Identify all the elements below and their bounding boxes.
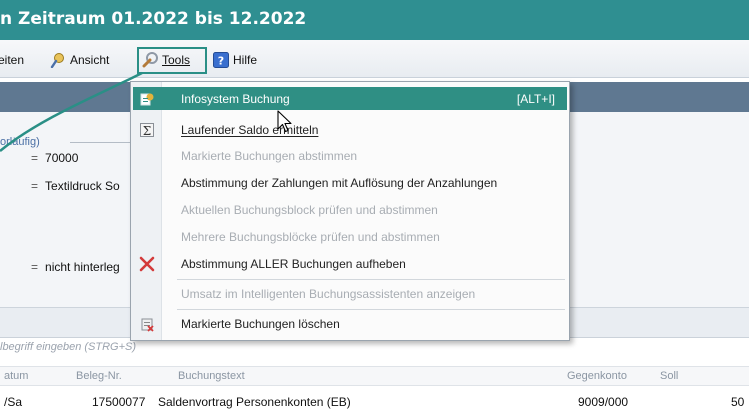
column-gegenkonto[interactable]: Gegenkonto — [567, 370, 627, 382]
menu-hilfe[interactable]: ? Hilfe — [213, 50, 257, 70]
column-buchungstext[interactable]: Buchungstext — [178, 370, 245, 382]
panel-row-status: = nicht hinterleg — [31, 260, 120, 274]
cell-buchungstext: Saldenvortrag Personenkonten (EB) — [158, 395, 351, 409]
cell-datum: /Sa — [4, 395, 23, 409]
menu-item-abstimmung-zahlungen[interactable]: Abstimmung der Zahlungen mit Auflösung d… — [133, 171, 567, 194]
red-x-icon — [139, 256, 155, 272]
title-bar: n Zeitraum 01.2022 bis 12.2022 — [0, 0, 749, 40]
panel-row-konto-value: 70000 — [45, 151, 79, 165]
view-icon — [50, 52, 66, 69]
table-header: atum Beleg-Nr. Buchungstext Gegenkonto S… — [0, 366, 749, 386]
table-row[interactable]: /Sa 17500077 Saldenvortrag Personenkonte… — [0, 387, 749, 417]
menu-item-mehrere-bloecke: Mehrere Buchungsblöcke prüfen und abstim… — [133, 225, 567, 248]
column-beleg-nr[interactable]: Beleg-Nr. — [76, 370, 122, 382]
search-input[interactable]: lbegriff eingeben (STRG+S) — [0, 341, 136, 353]
menu-hilfe-label: Hilfe — [233, 53, 258, 67]
infosystem-icon — [139, 91, 155, 107]
sum-icon: Σ — [139, 122, 155, 138]
column-soll[interactable]: Soll — [660, 370, 678, 382]
menu-bar: eiten Ansicht Tools ? Hilfe — [0, 40, 749, 78]
menu-item-label: Abstimmung der Zahlungen mit Auflösung d… — [181, 175, 498, 190]
menu-item-laufender-saldo[interactable]: Σ Laufender Saldo ermitteln — [133, 118, 567, 141]
menu-item-label: Laufender Saldo ermitteln — [181, 122, 319, 137]
column-datum[interactable]: atum — [4, 370, 28, 382]
help-icon: ? — [213, 52, 229, 68]
svg-text:?: ? — [218, 55, 224, 68]
cell-beleg-nr: 17500077 — [92, 395, 146, 409]
svg-text:Σ: Σ — [143, 124, 151, 138]
menu-item-buchungen-loeschen[interactable]: Markierte Buchungen löschen — [133, 312, 567, 335]
menu-item-label: Markierte Buchungen löschen — [181, 316, 340, 331]
menu-item-shortcut: [ALT+I] — [516, 91, 555, 106]
menu-item-label: Mehrere Buchungsblöcke prüfen und abstim… — [181, 229, 440, 244]
menu-bearbeiten[interactable]: eiten — [0, 50, 24, 70]
menu-item-infosystem-buchung[interactable]: Infosystem Buchung [ALT+I] — [133, 87, 567, 110]
panel-row-name: = Textildruck So — [31, 179, 120, 193]
eq-sign: = — [31, 260, 39, 274]
cell-soll: 50 — [731, 395, 745, 409]
menu-separator — [177, 309, 565, 310]
menu-item-label: Abstimmung ALLER Buchungen aufheben — [181, 256, 406, 271]
tools-highlight-box — [137, 47, 207, 74]
menu-item-label: Aktuellen Buchungsblock prüfen und absti… — [181, 202, 438, 217]
window-title: n Zeitraum 01.2022 bis 12.2022 — [0, 9, 307, 29]
menu-item-markierte-abstimmen: Markierte Buchungen abstimmen — [133, 144, 567, 167]
delete-icon — [139, 316, 155, 332]
menu-item-label: Umsatz im Intelligenten Buchungsassisten… — [181, 286, 476, 301]
menu-item-abstimmung-aufheben[interactable]: Abstimmung ALLER Buchungen aufheben — [133, 252, 567, 275]
tools-dropdown-menu: Infosystem Buchung [ALT+I] Σ Laufender S… — [130, 81, 570, 341]
menu-bearbeiten-label: eiten — [0, 53, 25, 67]
cell-gegenkonto: 9009/000 — [578, 395, 629, 409]
panel-row-konto: = 70000 — [31, 151, 78, 165]
eq-sign: = — [31, 179, 39, 193]
panel-group-label: orläufig) — [0, 136, 40, 148]
eq-sign: = — [31, 151, 39, 165]
menu-ansicht-label: Ansicht — [70, 53, 110, 67]
menu-item-label: Infosystem Buchung — [181, 91, 290, 106]
panel-row-status-value: nicht hinterleg — [45, 260, 120, 274]
panel-row-name-value: Textildruck So — [45, 179, 120, 193]
menu-item-aktuellen-block: Aktuellen Buchungsblock prüfen und absti… — [133, 198, 567, 221]
menu-separator — [177, 279, 565, 280]
menu-ansicht[interactable]: Ansicht — [50, 50, 109, 70]
menu-item-label: Markierte Buchungen abstimmen — [181, 148, 358, 163]
panel-divider — [70, 142, 130, 143]
menu-item-umsatz-assistent: Umsatz im Intelligenten Buchungsassisten… — [133, 282, 567, 305]
